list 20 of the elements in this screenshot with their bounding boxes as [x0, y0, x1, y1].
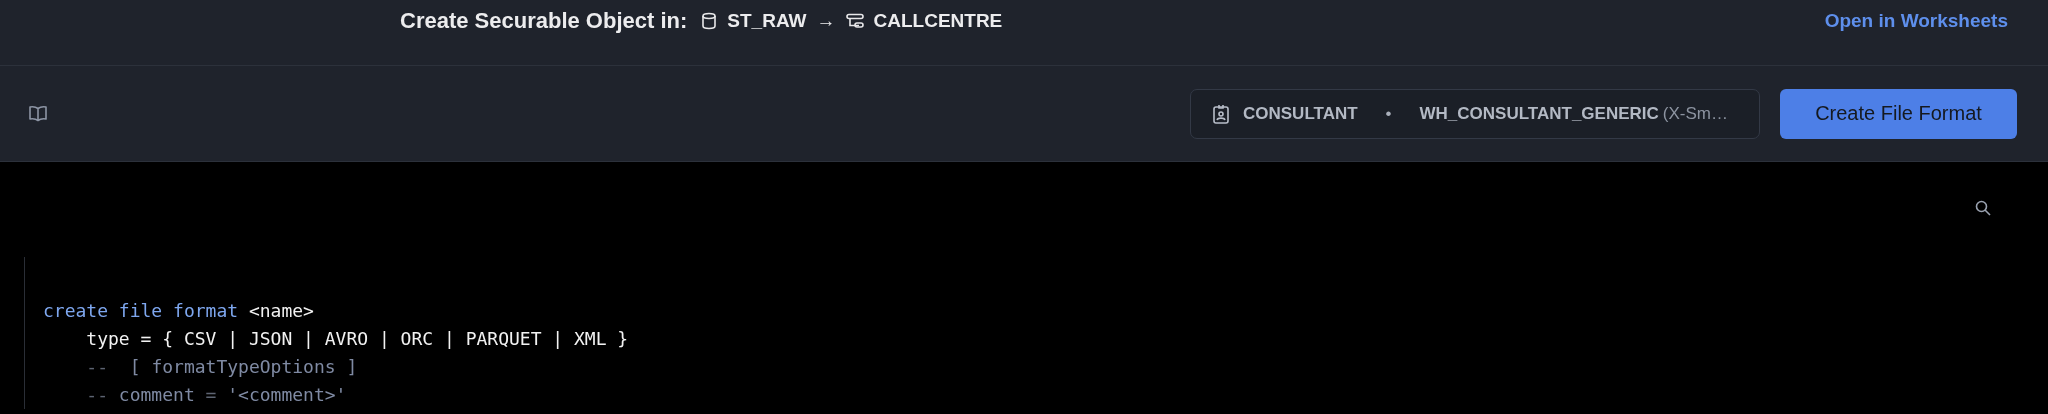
- open-in-worksheets-link[interactable]: Open in Worksheets: [1824, 10, 2008, 32]
- code-line: -- [ formatTypeOptions ]: [85, 355, 359, 379]
- schema-name: CALLCENTRE: [873, 10, 1003, 32]
- page-title: Create Securable Object in:: [400, 8, 688, 34]
- warehouse-size: (X-Sm…: [1662, 103, 1728, 124]
- warehouse-name: WH_CONSULTANT_GENERIC: [1419, 103, 1659, 124]
- code-line: create file format <name>: [43, 299, 315, 323]
- code-line: -- comment = '<comment>': [85, 383, 348, 407]
- separator-dot: •: [1385, 103, 1392, 124]
- search-icon[interactable]: [1975, 200, 1991, 216]
- database-icon: [701, 12, 718, 30]
- book-icon[interactable]: [28, 104, 48, 123]
- create-file-format-button[interactable]: Create File Format: [1780, 88, 2017, 139]
- role-name: CONSULTANT: [1243, 103, 1358, 124]
- context-selector[interactable]: CONSULTANT • WH_CONSULTANT_GENERIC (X-Sm…: [1190, 88, 1760, 139]
- arrow-glyph: →: [816, 10, 836, 32]
- schema-icon: [845, 13, 864, 29]
- code-line: type = { CSV | JSON | AVRO | ORC | PARQUET | XML }: [85, 327, 630, 351]
- id-badge-icon: [1213, 103, 1229, 124]
- database-name: ST_RAW: [727, 10, 807, 32]
